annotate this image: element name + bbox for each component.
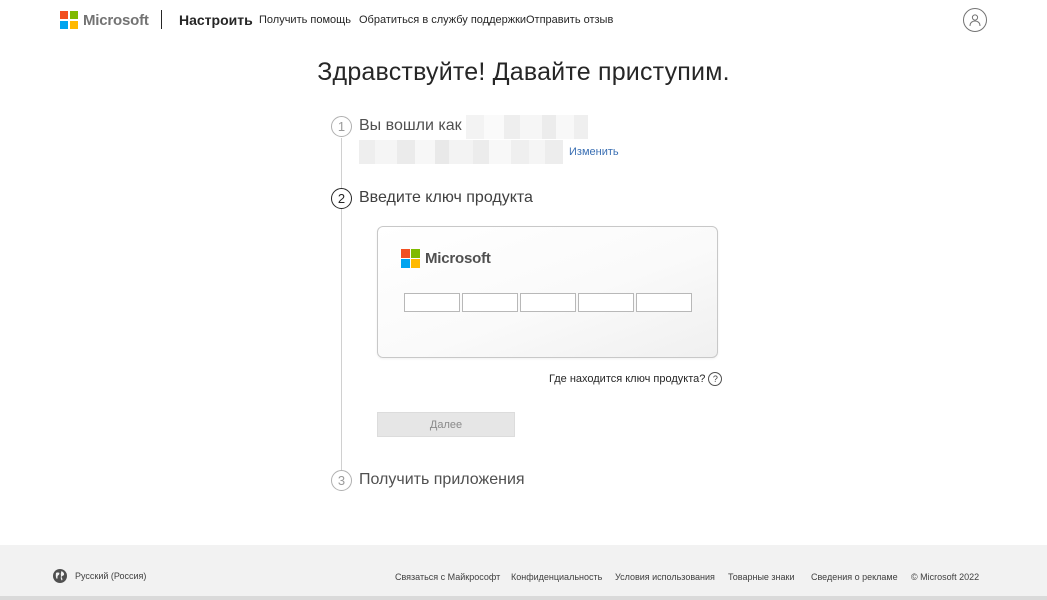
product-key-card: Microsoft: [377, 226, 718, 358]
step-2-number: 2: [331, 188, 352, 209]
change-account-link[interactable]: Изменить: [569, 146, 619, 158]
microsoft-wordmark: Microsoft: [83, 11, 149, 29]
header-divider: [161, 10, 162, 29]
footer-trademarks-link[interactable]: Товарные знаки: [728, 572, 795, 582]
footer-bottom-border: [0, 596, 1047, 600]
step-2-label: Введите ключ продукта: [359, 189, 533, 206]
footer: Русский (Россия) Связаться с Майкрософт …: [0, 545, 1047, 600]
footer-privacy-link[interactable]: Конфиденциальность: [511, 572, 602, 582]
footer-copyright: © Microsoft 2022: [911, 572, 980, 582]
microsoft-squares-icon: [401, 249, 420, 268]
step-3-number: 3: [331, 470, 352, 491]
redacted-account-email: [359, 140, 563, 164]
where-is-product-key-link[interactable]: Где находится ключ продукта? ?: [549, 372, 723, 386]
microsoft-logo[interactable]: Microsoft: [60, 11, 149, 29]
microsoft-squares-icon: [60, 11, 78, 29]
card-microsoft-logo: Microsoft: [401, 249, 491, 268]
product-key-input-2[interactable]: [462, 293, 518, 312]
step-1-label: Вы вошли как: [359, 117, 462, 134]
locale-selector[interactable]: Русский (Россия): [52, 568, 146, 584]
footer-ads-link[interactable]: Сведения о рекламе: [811, 572, 898, 582]
product-key-input-4[interactable]: [578, 293, 634, 312]
person-icon: [969, 14, 981, 27]
redacted-account-name: [466, 115, 588, 139]
get-help-link[interactable]: Получить помощь: [259, 14, 351, 26]
product-key-input-1[interactable]: [404, 293, 460, 312]
product-key-input-5[interactable]: [636, 293, 692, 312]
next-button[interactable]: Далее: [377, 412, 515, 437]
footer-terms-link[interactable]: Условия использования: [615, 572, 715, 582]
where-is-product-key-label: Где находится ключ продукта?: [549, 373, 706, 385]
header-title[interactable]: Настроить: [179, 12, 253, 28]
card-microsoft-wordmark: Microsoft: [425, 250, 491, 267]
send-feedback-link[interactable]: Отправить отзыв: [526, 14, 613, 26]
footer-contact-link[interactable]: Связаться с Майкрософт: [395, 572, 500, 582]
contact-support-link[interactable]: Обратиться в службу поддержки: [359, 14, 526, 26]
step-3-label: Получить приложения: [359, 471, 525, 488]
product-key-input-3[interactable]: [520, 293, 576, 312]
question-circle-icon[interactable]: ?: [708, 372, 723, 386]
locale-label: Русский (Россия): [75, 571, 147, 581]
step-1-number: 1: [331, 116, 352, 137]
header: Microsoft Настроить Получить помощь Обра…: [0, 0, 1047, 40]
page-title: Здравствуйте! Давайте приступим.: [317, 58, 730, 86]
globe-icon: [53, 569, 67, 583]
account-avatar-button[interactable]: [963, 8, 987, 32]
